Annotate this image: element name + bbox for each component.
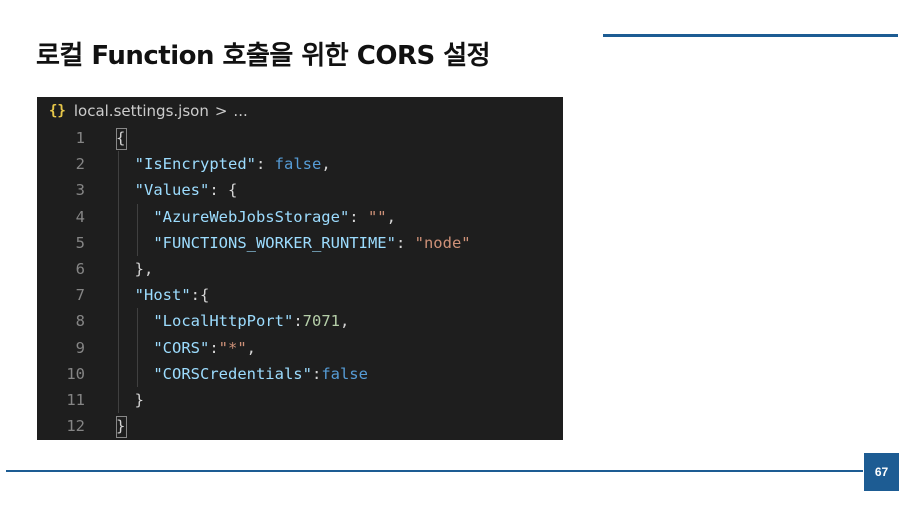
bracket-match-highlight — [116, 128, 127, 150]
line-number: 11 — [66, 390, 85, 409]
code-token: "IsEncrypted" — [134, 155, 256, 174]
indent-guide — [136, 308, 138, 387]
code-line[interactable]: 8 "LocalHttpPort":7071, — [37, 308, 563, 334]
line-content: "FUNCTIONS_WORKER_RUNTIME": "node" — [116, 230, 471, 256]
indent-guide — [136, 203, 138, 256]
line-number: 9 — [75, 338, 85, 357]
code-area[interactable]: 1{2 "IsEncrypted": false, 3 "Values": {4 … — [37, 125, 563, 439]
line-number: 10 — [66, 364, 85, 383]
line-content: } — [116, 387, 144, 413]
code-token: : — [395, 233, 415, 252]
code-token: "FUNCTIONS_WORKER_RUNTIME" — [153, 233, 396, 252]
bracket-match-highlight — [116, 416, 127, 439]
line-content: "Host":{ — [116, 282, 210, 308]
line-content: "Values": { — [116, 177, 238, 203]
page-number-badge: 67 — [864, 453, 899, 491]
code-line[interactable]: 3 "Values": { — [37, 177, 563, 203]
code-token: 7071 — [302, 312, 340, 331]
code-token: : { — [209, 181, 238, 200]
indent-guide — [118, 151, 119, 414]
code-editor[interactable]: {} local.settings.json > ... 1{2 "IsEncr… — [37, 97, 563, 440]
code-token: , — [321, 155, 331, 174]
code-token: , — [246, 338, 257, 357]
breadcrumb-trail[interactable]: ... — [233, 102, 247, 120]
code-line[interactable]: 7 "Host":{ — [37, 282, 563, 308]
code-token: } — [116, 390, 144, 409]
line-number: 3 — [75, 181, 85, 200]
line-number: 7 — [75, 286, 85, 305]
line-content: "LocalHttpPort":7071, — [116, 308, 349, 334]
line-content: }, — [116, 256, 154, 282]
code-token: : — [311, 364, 322, 383]
bottom-divider — [6, 470, 863, 472]
code-token: "CORS" — [153, 338, 210, 357]
code-token: : — [293, 312, 303, 331]
code-token: , — [339, 312, 350, 331]
line-number: 1 — [75, 129, 85, 147]
code-token: "Values" — [134, 181, 210, 200]
code-token: "" — [367, 207, 387, 226]
chevron-right-icon: > — [214, 102, 228, 120]
code-token: "CORSCredentials" — [153, 364, 312, 383]
code-token: , — [386, 207, 396, 226]
line-content: "AzureWebJobsStorage": "", — [116, 204, 396, 230]
code-token: : — [209, 338, 219, 357]
line-number: 8 — [75, 312, 85, 331]
code-line[interactable]: 2 "IsEncrypted": false, — [37, 151, 563, 177]
breadcrumb-file[interactable]: local.settings.json — [74, 102, 209, 120]
slide-title: 로컬 Function 호출을 위한 CORS 설정 — [36, 41, 491, 71]
code-line[interactable]: 6 }, — [37, 256, 563, 282]
code-line[interactable]: 11 } — [37, 387, 563, 413]
code-token: false — [321, 364, 368, 383]
top-divider — [603, 34, 898, 37]
code-line[interactable]: 4 "AzureWebJobsStorage": "", — [37, 204, 563, 230]
code-token: "*" — [218, 338, 247, 357]
code-line[interactable]: 9 "CORS":"*", — [37, 335, 563, 361]
line-number: 5 — [75, 233, 85, 252]
code-token: "LocalHttpPort" — [153, 312, 294, 331]
code-line[interactable]: 10 "CORSCredentials":false — [37, 361, 563, 387]
code-token: "AzureWebJobsStorage" — [153, 207, 350, 226]
code-token: :{ — [190, 286, 210, 305]
line-number: 6 — [75, 259, 85, 278]
line-content: "IsEncrypted": false, — [116, 151, 331, 177]
code-token: "node" — [414, 233, 471, 252]
breadcrumb: {} local.settings.json > ... — [37, 97, 563, 125]
line-number: 2 — [75, 155, 85, 174]
json-braces-icon: {} — [49, 103, 66, 119]
line-content: "CORSCredentials":false — [116, 361, 368, 387]
code-token: }, — [116, 259, 154, 278]
code-token: : — [349, 207, 368, 226]
code-token: "Host" — [134, 286, 191, 305]
code-token: : — [256, 155, 275, 174]
code-token: false — [274, 155, 322, 174]
line-number: 4 — [75, 207, 85, 226]
code-line[interactable]: 5 "FUNCTIONS_WORKER_RUNTIME": "node" — [37, 230, 563, 256]
line-number: 12 — [66, 417, 85, 436]
